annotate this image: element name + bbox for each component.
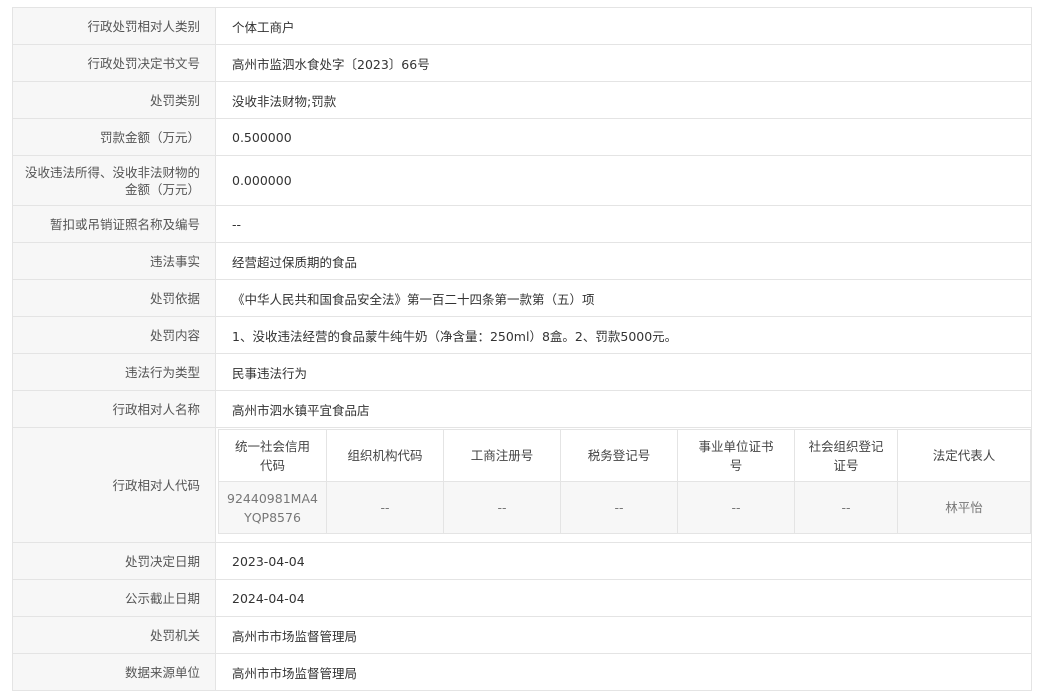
row-party-name: 行政相对人名称 高州市泗水镇平宜食品店 [12, 390, 1032, 428]
value-institution-cert: -- [677, 481, 795, 534]
row-violation-type: 违法行为类型 民事违法行为 [12, 353, 1032, 391]
field-value: 没收非法财物;罚款 [215, 81, 1032, 119]
row-penalty-content: 处罚内容 1、没收违法经营的食品蒙牛纯牛奶（净含量：250ml）8盒。2、罚款5… [12, 316, 1032, 354]
row-penalty-authority: 处罚机关 高州市市场监督管理局 [12, 616, 1032, 654]
row-decision-number: 行政处罚决定书文号 高州市监泗水食处字〔2023〕66号 [12, 44, 1032, 82]
field-value: 0.000000 [215, 155, 1032, 206]
row-license-revoked: 暂扣或吊销证照名称及编号 -- [12, 205, 1032, 243]
header-line: 统一社会信用 [234, 438, 310, 454]
header-business-reg: 工商注册号 [443, 429, 561, 482]
row-penalty-basis: 处罚依据 《中华人民共和国食品安全法》第一百二十四条第一款第（五）项 [12, 279, 1032, 317]
row-party-code: 行政相对人代码 统一社会信用 代码 组织机构代码 工商注册号 税务登记号 事业单… [12, 427, 1032, 543]
field-value: 0.500000 [215, 118, 1032, 156]
value-business-reg: -- [443, 481, 561, 534]
header-line: 事业单位证书 [698, 438, 774, 454]
field-value: 个体工商户 [215, 7, 1032, 45]
row-data-source: 数据来源单位 高州市市场监督管理局 [12, 653, 1032, 691]
header-institution-cert: 事业单位证书 号 [677, 429, 795, 482]
row-fine-amount: 罚款金额（万元） 0.500000 [12, 118, 1032, 156]
header-line: 税务登记号 [587, 448, 651, 463]
value-line: 92440981MA4 [227, 490, 318, 506]
field-value: -- [215, 205, 1032, 243]
row-confiscation-amount: 没收违法所得、没收非法财物的 金额（万元） 0.000000 [12, 155, 1032, 206]
value-legal-rep: 林平怡 [897, 481, 1031, 534]
header-line: 代码 [259, 457, 285, 473]
field-label: 违法事实 [12, 242, 216, 280]
field-label: 行政相对人名称 [12, 390, 216, 428]
field-value: 民事违法行为 [215, 353, 1032, 391]
party-code-data-row: 92440981MA4 YQP8576 -- -- -- -- -- 林平怡 [218, 481, 1031, 534]
value-tax-reg: -- [560, 481, 678, 534]
header-line: 法定代表人 [932, 448, 996, 463]
header-line: 证号 [833, 457, 859, 473]
header-line: 号 [729, 457, 743, 473]
row-penalty-type: 处罚类别 没收非法财物;罚款 [12, 81, 1032, 119]
field-value: 高州市市场监督管理局 [215, 616, 1032, 654]
row-publicity-deadline: 公示截止日期 2024-04-04 [12, 579, 1032, 617]
field-label-line2: 金额（万元） [124, 181, 200, 197]
header-line: 工商注册号 [470, 448, 534, 463]
field-label: 处罚机关 [12, 616, 216, 654]
value-line: YQP8576 [244, 509, 301, 525]
party-code-cell: 统一社会信用 代码 组织机构代码 工商注册号 税务登记号 事业单位证书 号 社会… [215, 427, 1032, 543]
field-label: 公示截止日期 [12, 579, 216, 617]
field-label: 罚款金额（万元） [12, 118, 216, 156]
field-label: 处罚类别 [12, 81, 216, 119]
party-code-header-row: 统一社会信用 代码 组织机构代码 工商注册号 税务登记号 事业单位证书 号 社会… [218, 429, 1031, 482]
header-line: 组织机构代码 [347, 448, 423, 463]
header-social-org-cert: 社会组织登记 证号 [794, 429, 898, 482]
field-value: 经营超过保质期的食品 [215, 242, 1032, 280]
header-org-code: 组织机构代码 [326, 429, 444, 482]
field-label-line1: 没收违法所得、没收非法财物的 [24, 164, 200, 180]
header-line: 社会组织登记 [808, 438, 884, 454]
field-value: 高州市泗水镇平宜食品店 [215, 390, 1032, 428]
field-label: 没收违法所得、没收非法财物的 金额（万元） [12, 155, 216, 206]
field-label: 违法行为类型 [12, 353, 216, 391]
field-label: 行政处罚决定书文号 [12, 44, 216, 82]
field-label: 行政相对人代码 [12, 427, 216, 543]
field-label: 数据来源单位 [12, 653, 216, 691]
value-org-code: -- [326, 481, 444, 534]
row-decision-date: 处罚决定日期 2023-04-04 [12, 542, 1032, 580]
row-violation-facts: 违法事实 经营超过保质期的食品 [12, 242, 1032, 280]
penalty-info-table: 行政处罚相对人类别 个体工商户 行政处罚决定书文号 高州市监泗水食处字〔2023… [12, 7, 1032, 691]
field-value: 2023-04-04 [215, 542, 1032, 580]
field-value: 《中华人民共和国食品安全法》第一百二十四条第一款第（五）项 [215, 279, 1032, 317]
field-value: 2024-04-04 [215, 579, 1032, 617]
row-party-category: 行政处罚相对人类别 个体工商户 [12, 7, 1032, 45]
field-label: 处罚内容 [12, 316, 216, 354]
field-label: 行政处罚相对人类别 [12, 7, 216, 45]
field-value: 1、没收违法经营的食品蒙牛纯牛奶（净含量：250ml）8盒。2、罚款5000元。 [215, 316, 1032, 354]
field-label: 处罚依据 [12, 279, 216, 317]
field-label: 暂扣或吊销证照名称及编号 [12, 205, 216, 243]
field-label: 处罚决定日期 [12, 542, 216, 580]
value-social-org-cert: -- [794, 481, 898, 534]
value-credit-code: 92440981MA4 YQP8576 [218, 481, 327, 534]
header-legal-rep: 法定代表人 [897, 429, 1031, 482]
party-code-table: 统一社会信用 代码 组织机构代码 工商注册号 税务登记号 事业单位证书 号 社会… [218, 429, 1031, 534]
header-tax-reg: 税务登记号 [560, 429, 678, 482]
field-value: 高州市市场监督管理局 [215, 653, 1032, 691]
field-value: 高州市监泗水食处字〔2023〕66号 [215, 44, 1032, 82]
header-credit-code: 统一社会信用 代码 [218, 429, 327, 482]
